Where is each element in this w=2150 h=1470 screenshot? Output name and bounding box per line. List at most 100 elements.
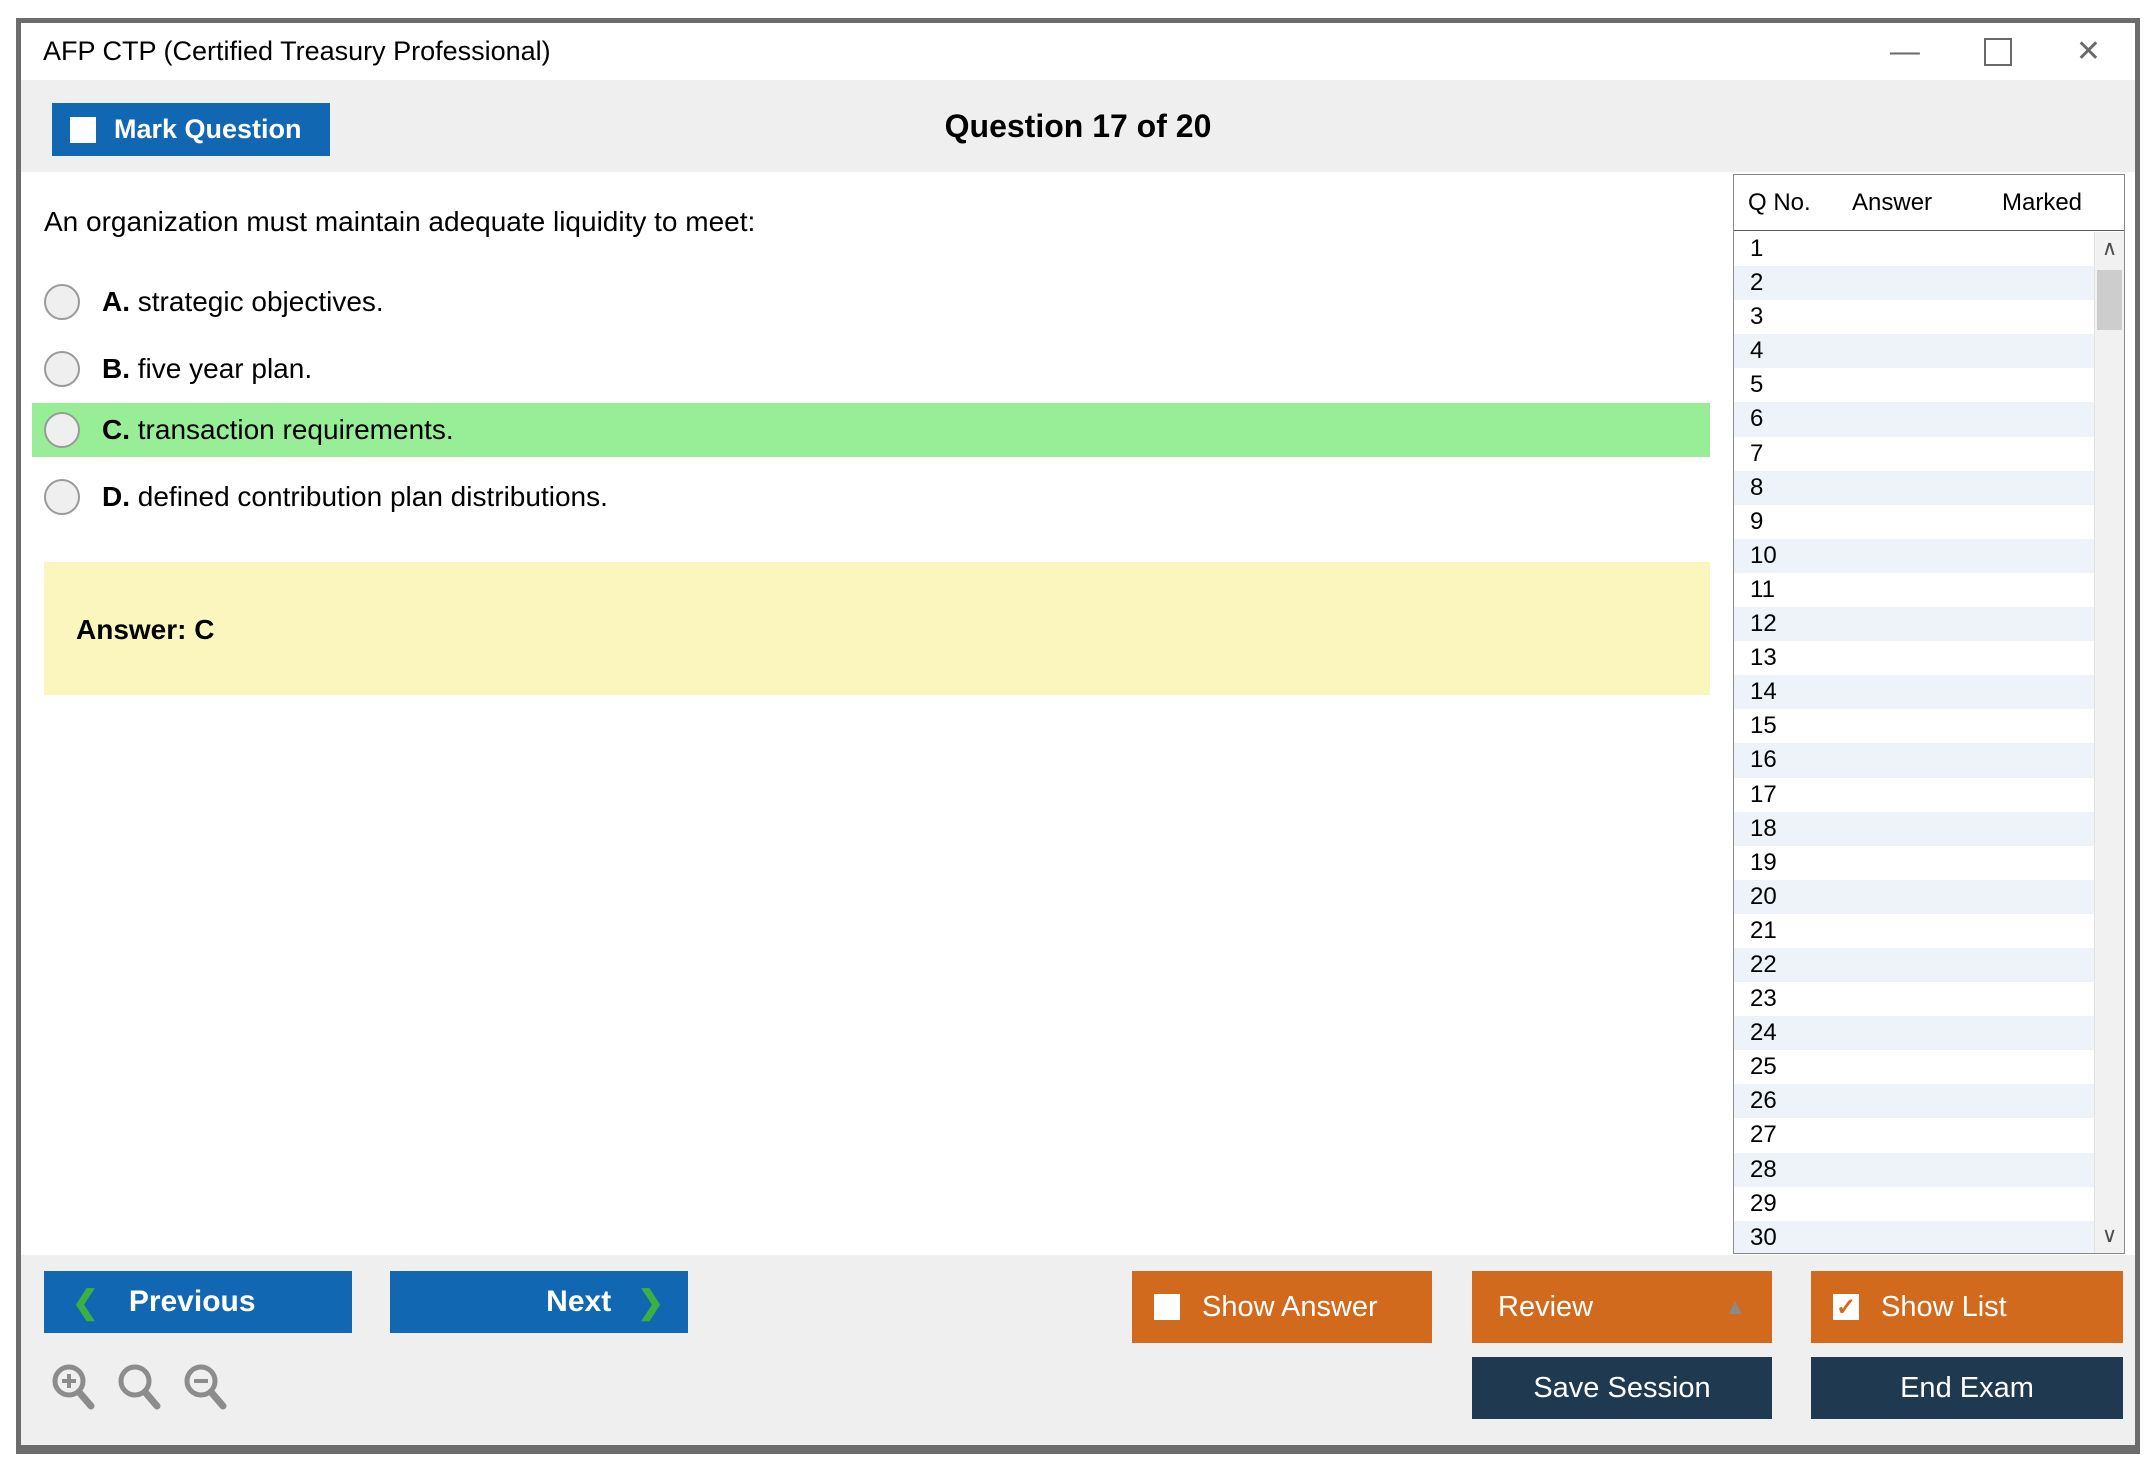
option-b-text: B. five year plan. xyxy=(102,353,312,385)
header-band: Question 17 of 20 Mark Question xyxy=(21,80,2135,172)
radio-button-icon[interactable] xyxy=(44,351,80,387)
close-icon[interactable]: ✕ xyxy=(2076,36,2101,67)
window-controls: — ✕ xyxy=(1890,23,2101,80)
question-list-row[interactable]: 3 xyxy=(1734,300,2094,335)
question-list-row[interactable]: 7 xyxy=(1734,436,2094,471)
question-list-row[interactable]: 5 xyxy=(1734,368,2094,403)
column-q-no: Q No. xyxy=(1748,189,1811,216)
question-list-row[interactable]: 30 xyxy=(1734,1220,2094,1253)
scroll-up-icon[interactable]: ∧ xyxy=(2095,234,2124,264)
next-label: Next xyxy=(546,1285,612,1318)
option-a-label: strategic objectives. xyxy=(137,286,384,317)
window-title: AFP CTP (Certified Treasury Professional… xyxy=(43,36,551,66)
option-b-label: five year plan. xyxy=(137,353,313,384)
option-c-letter: C. xyxy=(102,414,130,445)
option-d[interactable]: D. defined contribution plan distributio… xyxy=(32,470,1710,524)
radio-button-icon[interactable] xyxy=(44,479,80,515)
answer-box: Answer: C xyxy=(44,562,1710,695)
question-list-row[interactable]: 17 xyxy=(1734,777,2094,812)
scroll-down-icon[interactable]: ∨ xyxy=(2095,1221,2124,1251)
question-list-row[interactable]: 18 xyxy=(1734,811,2094,846)
save-session-label: Save Session xyxy=(1533,1371,1711,1404)
question-list-row[interactable]: 20 xyxy=(1734,879,2094,914)
show-list-label: Show List xyxy=(1881,1290,2007,1323)
mark-question-checkbox-icon[interactable] xyxy=(70,116,96,143)
option-c-label: transaction requirements. xyxy=(137,414,454,445)
question-list-panel: Q No. Answer Marked 1 2 3 4 5 6 7 8 9 10 11 12 13 14 1… xyxy=(1733,174,2125,1254)
chevron-left-icon: ❮ xyxy=(72,1284,99,1320)
question-list-row[interactable]: 23 xyxy=(1734,982,2094,1017)
question-list-row[interactable]: 10 xyxy=(1734,538,2094,573)
scrollbar-thumb[interactable] xyxy=(2097,270,2122,330)
review-label: Review xyxy=(1498,1290,1594,1323)
caret-up-icon: ▲ xyxy=(1724,1294,1746,1319)
option-a-text: A. strategic objectives. xyxy=(102,286,384,318)
question-list-row[interactable]: 19 xyxy=(1734,845,2094,880)
question-list-row[interactable]: 24 xyxy=(1734,1016,2094,1051)
question-list-row[interactable]: 25 xyxy=(1734,1050,2094,1085)
previous-label: Previous xyxy=(128,1285,256,1318)
maximize-icon[interactable] xyxy=(1983,37,2012,66)
question-area: An organization must maintain adequate l… xyxy=(21,172,2135,1255)
app-window: AFP CTP (Certified Treasury Professional… xyxy=(16,18,2140,1454)
question-list-row[interactable]: 2 xyxy=(1734,266,2094,301)
question-list-row[interactable]: 28 xyxy=(1734,1152,2094,1187)
mark-question-button[interactable]: Mark Question xyxy=(52,103,330,156)
question-list-row[interactable]: 21 xyxy=(1734,913,2094,948)
question-list-row[interactable]: 12 xyxy=(1734,607,2094,642)
show-list-button[interactable]: ✓ Show List xyxy=(1811,1271,2123,1343)
option-a-letter: A. xyxy=(102,286,130,317)
question-list-body: 1 2 3 4 5 6 7 8 9 10 11 12 13 14 15 16 17 18 19 20 21 22 23 24 2… xyxy=(1734,232,2094,1253)
show-answer-button[interactable]: Show Answer xyxy=(1132,1271,1432,1343)
question-list-row[interactable]: 9 xyxy=(1734,504,2094,539)
question-list-row[interactable]: 14 xyxy=(1734,675,2094,710)
question-list-row[interactable]: 11 xyxy=(1734,572,2094,608)
question-list-row[interactable]: 29 xyxy=(1734,1186,2094,1221)
question-list-header: Q No. Answer Marked xyxy=(1734,175,2124,231)
zoom-tools xyxy=(47,1361,233,1415)
question-list-row[interactable]: 8 xyxy=(1734,470,2094,505)
option-c[interactable]: C. transaction requirements. xyxy=(32,403,1710,457)
zoom-out-icon[interactable] xyxy=(179,1361,233,1415)
column-answer: Answer xyxy=(1852,189,1933,216)
radio-button-icon[interactable] xyxy=(44,284,80,320)
column-marked: Marked xyxy=(2002,189,2083,216)
option-a[interactable]: A. strategic objectives. xyxy=(32,275,1710,329)
question-text: An organization must maintain adequate l… xyxy=(44,206,756,237)
show-answer-checkbox-icon[interactable] xyxy=(1154,1294,1180,1320)
review-button[interactable]: Review ▲ xyxy=(1472,1271,1772,1343)
question-list-row[interactable]: 22 xyxy=(1734,947,2094,983)
chevron-right-icon: ❯ xyxy=(637,1284,664,1320)
question-list-row[interactable]: 6 xyxy=(1734,402,2094,437)
end-exam-label: End Exam xyxy=(1900,1371,2034,1404)
option-b[interactable]: B. five year plan. xyxy=(32,342,1710,396)
question-counter: Question 17 of 20 xyxy=(944,108,1212,144)
question-list-row[interactable]: 26 xyxy=(1734,1084,2094,1119)
question-list-row[interactable]: 4 xyxy=(1734,334,2094,369)
question-list-row[interactable]: 16 xyxy=(1734,743,2094,778)
option-d-text: D. defined contribution plan distributio… xyxy=(102,481,608,513)
check-icon: ✓ xyxy=(1835,1293,1857,1321)
show-answer-label: Show Answer xyxy=(1202,1290,1378,1323)
question-list-row[interactable]: 1 xyxy=(1734,232,2094,267)
option-c-text: C. transaction requirements. xyxy=(102,414,454,446)
radio-button-icon[interactable] xyxy=(44,412,80,448)
title-bar: AFP CTP (Certified Treasury Professional… xyxy=(21,23,2135,80)
bottom-bar: ❮ Previous Next ❯ Show Answer Review ▲ ✓… xyxy=(21,1255,2135,1445)
previous-button[interactable]: ❮ Previous xyxy=(44,1271,352,1333)
end-exam-button[interactable]: End Exam xyxy=(1811,1357,2123,1419)
question-list-row[interactable]: 13 xyxy=(1734,641,2094,676)
zoom-in-icon[interactable] xyxy=(47,1361,101,1415)
question-list-row[interactable]: 15 xyxy=(1734,709,2094,744)
option-d-label: defined contribution plan distributions. xyxy=(137,481,608,512)
show-list-checkbox-icon[interactable]: ✓ xyxy=(1833,1293,1859,1321)
zoom-reset-icon[interactable] xyxy=(113,1361,167,1415)
option-b-letter: B. xyxy=(102,353,130,384)
save-session-button[interactable]: Save Session xyxy=(1472,1357,1772,1419)
scrollbar[interactable]: ∧ ∨ xyxy=(2094,232,2124,1253)
minimize-icon[interactable]: — xyxy=(1890,36,1920,67)
question-list-row[interactable]: 27 xyxy=(1734,1118,2094,1153)
next-button[interactable]: Next ❯ xyxy=(390,1271,688,1333)
answer-label: Answer: C xyxy=(76,614,215,645)
option-d-letter: D. xyxy=(102,481,130,512)
